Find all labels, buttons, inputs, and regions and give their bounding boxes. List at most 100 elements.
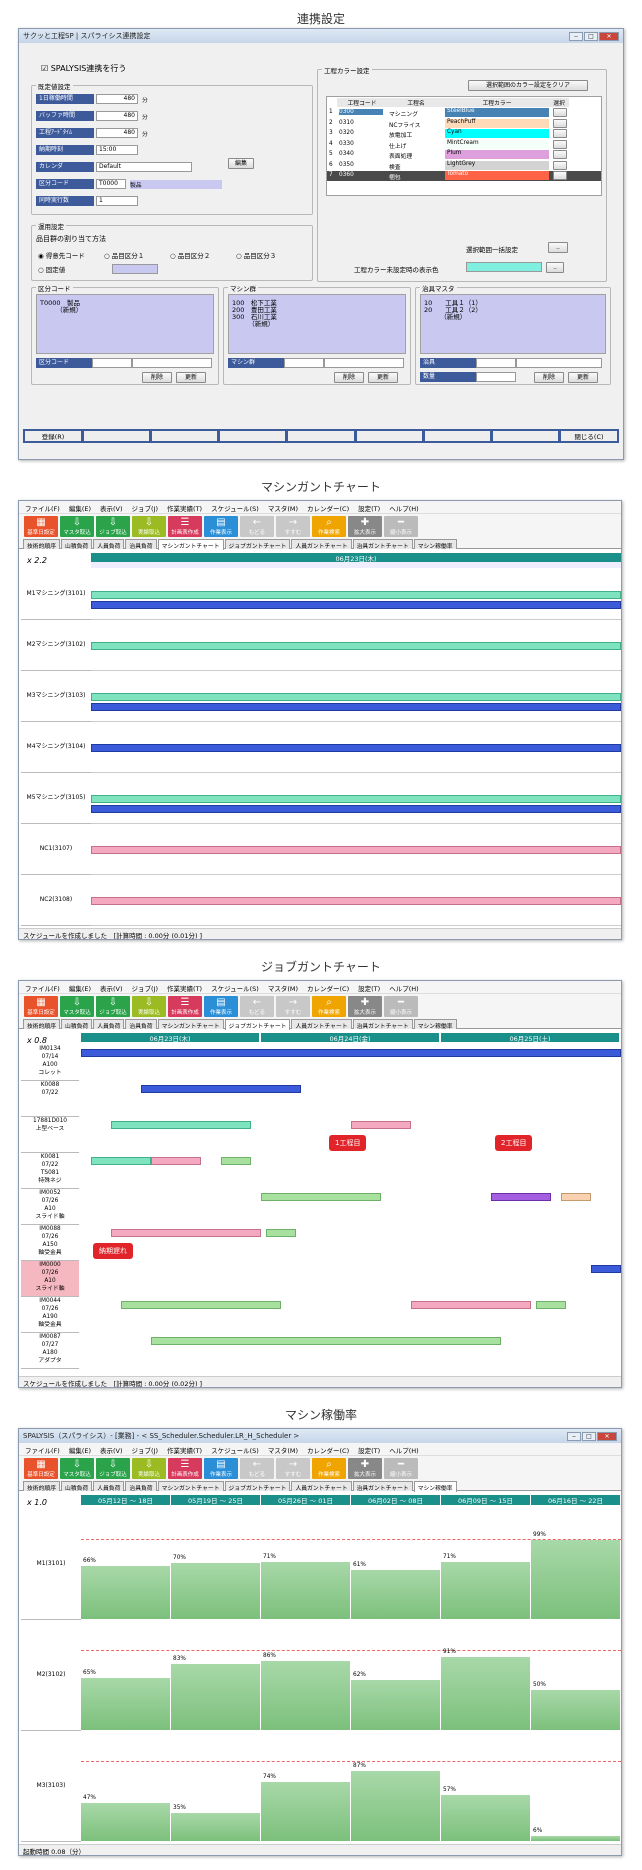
- tab[interactable]: マシン稼働率: [413, 1481, 457, 1492]
- menu-item[interactable]: ファイル(F): [25, 503, 60, 513]
- menu-item[interactable]: カレンダー(C): [307, 503, 349, 513]
- tab[interactable]: 人員負荷: [93, 1481, 125, 1492]
- update-button[interactable]: 更新: [176, 372, 206, 383]
- delete-button[interactable]: 削除: [534, 372, 564, 383]
- unset-color-button[interactable]: ..: [546, 262, 564, 273]
- color-row[interactable]: 6 0350 検査 LightGrey: [327, 160, 601, 171]
- tab[interactable]: 人員ガントチャート: [291, 539, 352, 550]
- toolbar-button[interactable]: → すすむ: [276, 1458, 310, 1479]
- job-bar[interactable]: [151, 1337, 501, 1345]
- spalysis-link-checkbox[interactable]: ☑ SPALYSIS連携を行う: [41, 63, 126, 74]
- minimize-button[interactable]: ‒: [567, 1431, 581, 1441]
- close-icon[interactable]: ✕: [597, 1431, 617, 1441]
- assign-radio[interactable]: ◉ 得意先コード: [38, 250, 85, 260]
- tab[interactable]: 治具ガントチャート: [352, 1019, 413, 1030]
- job-bar[interactable]: [121, 1301, 281, 1309]
- tab[interactable]: 山積負荷: [61, 1019, 93, 1030]
- list-item[interactable]: （新規）: [424, 311, 467, 321]
- tab[interactable]: 人員負荷: [93, 1019, 125, 1030]
- machine-name-input[interactable]: [324, 358, 404, 368]
- toolbar-button[interactable]: ⇩ 実績取込: [132, 1458, 166, 1479]
- toolbar-button[interactable]: ━ 縮小表示: [384, 996, 418, 1017]
- toolbar-button[interactable]: ⌕ 作業検索: [312, 1458, 346, 1479]
- delete-button[interactable]: 削除: [142, 372, 172, 383]
- tab[interactable]: 治具ガントチャート: [352, 539, 413, 550]
- edit-calendar-button[interactable]: 編集: [228, 158, 254, 169]
- job-bar[interactable]: [411, 1301, 531, 1309]
- job-bar[interactable]: [141, 1085, 301, 1093]
- toolbar-button[interactable]: ← もどる: [240, 996, 274, 1017]
- tab[interactable]: 人員負荷: [93, 539, 125, 550]
- toolbar-button[interactable]: ━ 縮小表示: [384, 516, 418, 537]
- assign-radio[interactable]: ○ 固定値: [38, 264, 65, 274]
- toolbar-button[interactable]: ☰ 計画表作成: [168, 996, 202, 1017]
- schedule-bar[interactable]: [91, 897, 621, 905]
- select-button[interactable]: [553, 118, 567, 128]
- job-bar[interactable]: [536, 1301, 566, 1309]
- job-bar[interactable]: [491, 1193, 551, 1201]
- jig-code-input[interactable]: [476, 358, 516, 368]
- tab[interactable]: 技術的順序: [23, 539, 60, 550]
- menu-item[interactable]: 表示(V): [100, 1445, 123, 1455]
- toolbar-button[interactable]: ☰ 計画表作成: [168, 1458, 202, 1479]
- list-item[interactable]: （新規）: [232, 318, 275, 328]
- menu-item[interactable]: 作業実績(T): [167, 503, 202, 513]
- close-button[interactable]: 閉じる(C): [560, 431, 617, 441]
- menu-item[interactable]: ジョブ(J): [132, 503, 159, 513]
- blank-button[interactable]: [220, 431, 286, 441]
- maximize-button[interactable]: □: [582, 1431, 596, 1441]
- menu-item[interactable]: スケジュール(S): [211, 503, 259, 513]
- blank-button[interactable]: [492, 431, 558, 441]
- tab[interactable]: ジョブガントチャート: [224, 1019, 291, 1030]
- tab[interactable]: 技術的順序: [23, 1019, 60, 1030]
- close-icon[interactable]: ✕: [599, 31, 619, 41]
- toolbar-button[interactable]: ← もどる: [240, 1458, 274, 1479]
- field-input[interactable]: 15:00: [96, 145, 138, 155]
- range-set-button[interactable]: ..: [548, 242, 568, 253]
- toolbar-button[interactable]: ← もどる: [240, 516, 274, 537]
- schedule-bar[interactable]: [91, 703, 621, 711]
- menu-item[interactable]: スケジュール(S): [211, 1445, 259, 1455]
- toolbar-button[interactable]: ⇩ ジョブ取込: [96, 996, 130, 1017]
- toolbar-button[interactable]: ▤ 作業表示: [204, 996, 238, 1017]
- tab[interactable]: 治具負荷: [125, 1481, 157, 1492]
- menu-item[interactable]: ヘルプ(H): [389, 503, 418, 513]
- tab[interactable]: ジョブガントチャート: [224, 1481, 291, 1492]
- toolbar-button[interactable]: ☰ 計画表作成: [168, 516, 202, 537]
- select-button[interactable]: [553, 150, 567, 159]
- toolbar-button[interactable]: ⇩ 実績取込: [132, 516, 166, 537]
- tab[interactable]: 治具ガントチャート: [352, 1481, 413, 1492]
- schedule-bar[interactable]: [91, 795, 621, 803]
- job-bar[interactable]: [151, 1157, 201, 1165]
- register-button[interactable]: 登録(R): [25, 431, 81, 441]
- machine-list[interactable]: 100 松下工業 200 豊田工業 300 石川工業 （新規）: [228, 294, 406, 354]
- blank-button[interactable]: [84, 431, 150, 441]
- quantity-input[interactable]: [476, 372, 516, 382]
- select-button[interactable]: [553, 171, 567, 180]
- toolbar-button[interactable]: ▤ 作業表示: [204, 1458, 238, 1479]
- toolbar-button[interactable]: → すすむ: [276, 996, 310, 1017]
- toolbar-button[interactable]: ✚ 拡大表示: [348, 996, 382, 1017]
- schedule-bar[interactable]: [91, 601, 621, 609]
- schedule-bar[interactable]: [91, 693, 621, 701]
- toolbar-button[interactable]: ⇩ 実績取込: [132, 996, 166, 1017]
- menu-item[interactable]: ファイル(F): [25, 1445, 60, 1455]
- color-row[interactable]: 4 0330 仕上げ MintCream: [327, 139, 601, 150]
- menu-item[interactable]: カレンダー(C): [307, 983, 349, 993]
- tab[interactable]: 山積負荷: [61, 1481, 93, 1492]
- assign-radio[interactable]: ○ 品目区分３: [236, 250, 276, 260]
- menu-item[interactable]: 作業実績(T): [167, 1445, 202, 1455]
- toolbar-button[interactable]: ⌕ 作業検索: [312, 516, 346, 537]
- tab[interactable]: マシンガントチャート: [157, 539, 224, 550]
- tab[interactable]: 治具負荷: [125, 1019, 157, 1030]
- menu-item[interactable]: ジョブ(J): [132, 1445, 159, 1455]
- menu-item[interactable]: スケジュール(S): [211, 983, 259, 993]
- select-button[interactable]: [553, 160, 567, 170]
- menu-item[interactable]: ヘルプ(H): [389, 983, 418, 993]
- color-row[interactable]: 5 0340 表面処理 Plum: [327, 150, 601, 160]
- menu-item[interactable]: 作業実績(T): [167, 983, 202, 993]
- delete-button[interactable]: 削除: [334, 372, 364, 383]
- job-bar[interactable]: [561, 1193, 591, 1201]
- tab[interactable]: 治具負荷: [125, 539, 157, 550]
- update-button[interactable]: 更新: [368, 372, 398, 383]
